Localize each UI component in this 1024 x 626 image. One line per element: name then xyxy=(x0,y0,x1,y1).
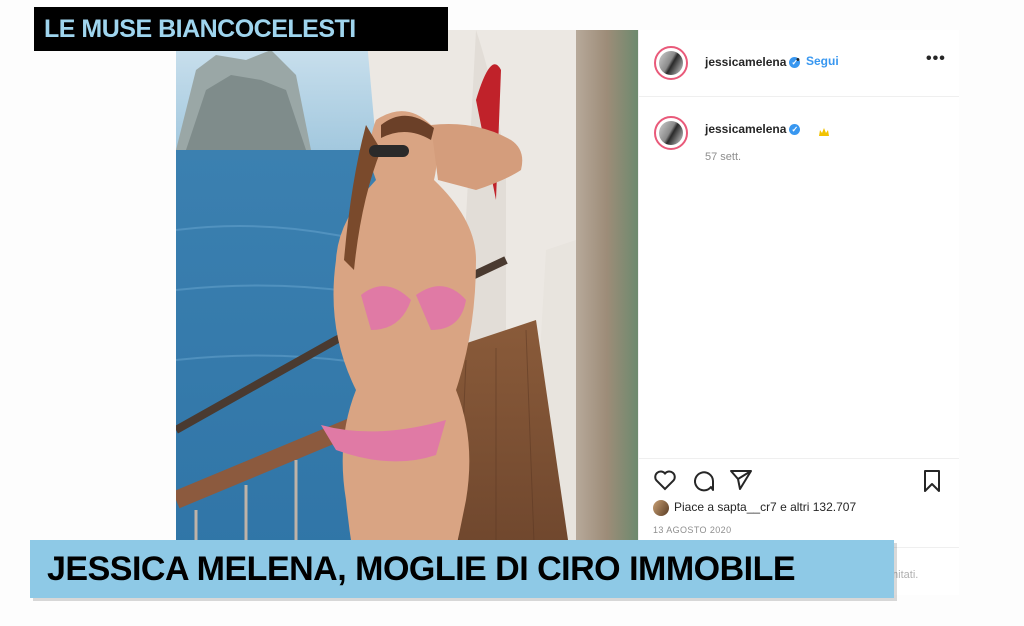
likes-count[interactable]: Piace a sapta__cr7 e altri 132.707 xyxy=(674,500,856,514)
caption-avatar[interactable] xyxy=(654,116,688,150)
share-icon[interactable] xyxy=(729,469,753,491)
bookmark-icon[interactable] xyxy=(922,469,942,493)
verified-icon: ✓ xyxy=(789,124,801,136)
follow-button[interactable]: Segui xyxy=(806,54,839,68)
profile-avatar[interactable] xyxy=(654,46,688,80)
heart-icon[interactable] xyxy=(653,469,677,491)
post-time-ago: 57 sett. xyxy=(705,151,742,163)
top-tag-text: LE MUSE BIANCOCELESTI xyxy=(44,15,356,43)
header-separator: • xyxy=(796,54,800,66)
comment-icon[interactable] xyxy=(691,469,715,493)
caption-banner: JESSICA MELENA, MOGLIE DI CIRO IMMOBILE xyxy=(30,540,894,598)
post-date: 13 AGOSTO 2020 xyxy=(653,525,732,535)
liker-avatar xyxy=(653,500,669,516)
top-tag-banner: LE MUSE BIANCOCELESTI xyxy=(34,7,448,51)
post-photo-image xyxy=(176,30,638,595)
post-header: jessicamelena ✓ • Segui ••• xyxy=(639,30,959,97)
post-photo xyxy=(176,30,638,595)
crown-icon xyxy=(819,128,829,136)
caption-username[interactable]: jessicamelena xyxy=(705,122,786,136)
more-icon[interactable]: ••• xyxy=(926,50,946,68)
post-sidebar: jessicamelena ✓ • Segui ••• jessicamelena… xyxy=(638,30,959,595)
tv-frame: jessicamelena ✓ • Segui ••• jessicamelena… xyxy=(0,0,1024,626)
caption-text: JESSICA MELENA, MOGLIE DI CIRO IMMOBILE xyxy=(47,550,796,588)
instagram-post: jessicamelena ✓ • Segui ••• jessicamelena… xyxy=(176,30,959,595)
header-username[interactable]: jessicamelena xyxy=(705,55,786,69)
